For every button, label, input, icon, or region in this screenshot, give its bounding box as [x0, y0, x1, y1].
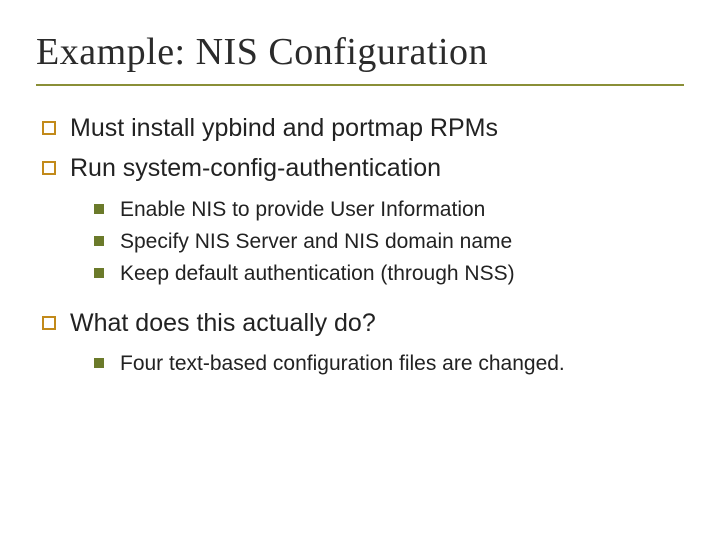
square-filled-icon [94, 268, 104, 278]
square-filled-icon [94, 236, 104, 246]
square-outline-icon [42, 121, 56, 135]
list-item: Must install ypbind and portmap RPMs [42, 112, 684, 146]
bullet-text: Keep default authentication (through NSS… [120, 260, 515, 288]
square-filled-icon [94, 358, 104, 368]
list-item: Run system-config-authentication [42, 152, 684, 186]
list-item: Four text-based configuration files are … [94, 350, 684, 378]
bullet-list-level2: Four text-based configuration files are … [36, 350, 684, 378]
slide: Example: NIS Configuration Must install … [0, 0, 720, 540]
list-item: Keep default authentication (through NSS… [94, 260, 684, 288]
bullet-text: Must install ypbind and portmap RPMs [70, 112, 498, 146]
square-outline-icon [42, 161, 56, 175]
slide-title: Example: NIS Configuration [36, 30, 684, 86]
list-item: Specify NIS Server and NIS domain name [94, 228, 684, 256]
bullet-list-level1: Must install ypbind and portmap RPMs Run… [36, 112, 684, 186]
bullet-text: Enable NIS to provide User Information [120, 196, 485, 224]
bullet-text: Four text-based configuration files are … [120, 350, 565, 378]
bullet-list-level1: What does this actually do? [36, 307, 684, 341]
list-item: What does this actually do? [42, 307, 684, 341]
bullet-text: What does this actually do? [70, 307, 376, 341]
bullet-text: Run system-config-authentication [70, 152, 441, 186]
square-filled-icon [94, 204, 104, 214]
square-outline-icon [42, 316, 56, 330]
list-item: Enable NIS to provide User Information [94, 196, 684, 224]
bullet-list-level2: Enable NIS to provide User Information S… [36, 196, 684, 289]
bullet-text: Specify NIS Server and NIS domain name [120, 228, 512, 256]
